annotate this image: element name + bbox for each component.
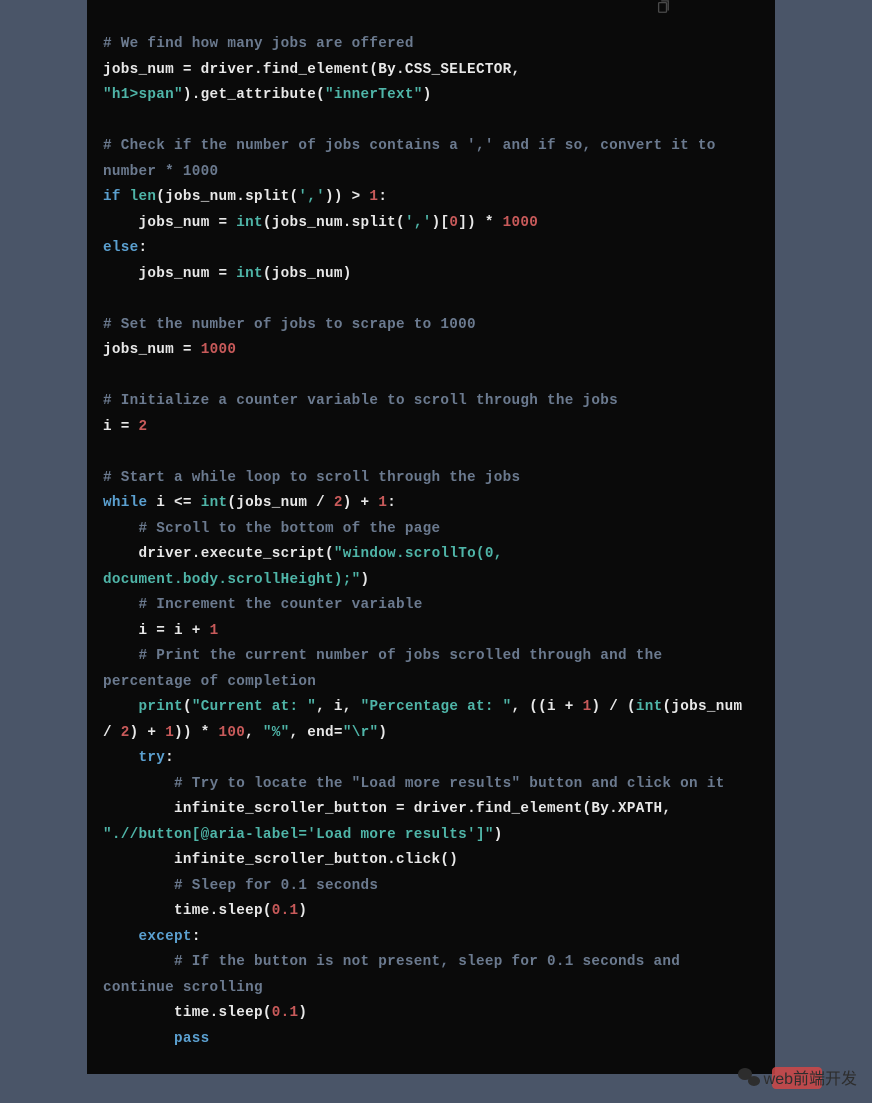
code-line: except: xyxy=(103,925,759,951)
code-line: try: xyxy=(103,746,759,772)
code-line: # Sleep for 0.1 seconds xyxy=(103,874,759,900)
code-line: # We find how many jobs are offered xyxy=(103,32,759,58)
code-line: # Initialize a counter variable to scrol… xyxy=(103,389,759,415)
code-line xyxy=(103,440,759,466)
code-line: # Scroll to the bottom of the page xyxy=(103,517,759,543)
code-line: i = 2 xyxy=(103,415,759,441)
code-line: jobs_num = int(jobs_num.split(',')[0]) *… xyxy=(103,211,759,237)
code-line: infinite_scroller_button = driver.find_e… xyxy=(103,797,759,848)
code-content: # We find how many jobs are offeredjobs_… xyxy=(103,32,759,1052)
watermark-label: web前端开发 xyxy=(764,1065,857,1089)
code-line: i = i + 1 xyxy=(103,619,759,645)
code-line: # Increment the counter variable xyxy=(103,593,759,619)
watermark: web前端开发 xyxy=(738,1065,857,1089)
code-line: print("Current at: ", i, "Percentage at:… xyxy=(103,695,759,746)
code-line: time.sleep(0.1) xyxy=(103,899,759,925)
copy-icon[interactable] xyxy=(655,0,671,19)
code-line: while i <= int(jobs_num / 2) + 1: xyxy=(103,491,759,517)
code-line: # Check if the number of jobs contains a… xyxy=(103,134,759,185)
code-line xyxy=(103,364,759,390)
code-line: # Start a while loop to scroll through t… xyxy=(103,466,759,492)
code-line xyxy=(103,109,759,135)
code-line: jobs_num = int(jobs_num) xyxy=(103,262,759,288)
code-line: # Try to locate the "Load more results" … xyxy=(103,772,759,798)
code-line: if len(jobs_num.split(',')) > 1: xyxy=(103,185,759,211)
code-line: else: xyxy=(103,236,759,262)
code-line xyxy=(103,287,759,313)
code-toolbar xyxy=(655,0,671,19)
code-line: driver.execute_script("window.scrollTo(0… xyxy=(103,542,759,593)
code-line: "h1>span").get_attribute("innerText") xyxy=(103,83,759,109)
code-line: jobs_num = 1000 xyxy=(103,338,759,364)
code-line: jobs_num = driver.find_element(By.CSS_SE… xyxy=(103,58,759,84)
code-line: pass xyxy=(103,1027,759,1053)
wechat-icon xyxy=(738,1068,760,1086)
code-line: # Print the current number of jobs scrol… xyxy=(103,644,759,695)
code-line: # If the button is not present, sleep fo… xyxy=(103,950,759,1001)
code-line: # Set the number of jobs to scrape to 10… xyxy=(103,313,759,339)
code-block: # We find how many jobs are offeredjobs_… xyxy=(87,0,775,1074)
code-line: infinite_scroller_button.click() xyxy=(103,848,759,874)
code-line: time.sleep(0.1) xyxy=(103,1001,759,1027)
